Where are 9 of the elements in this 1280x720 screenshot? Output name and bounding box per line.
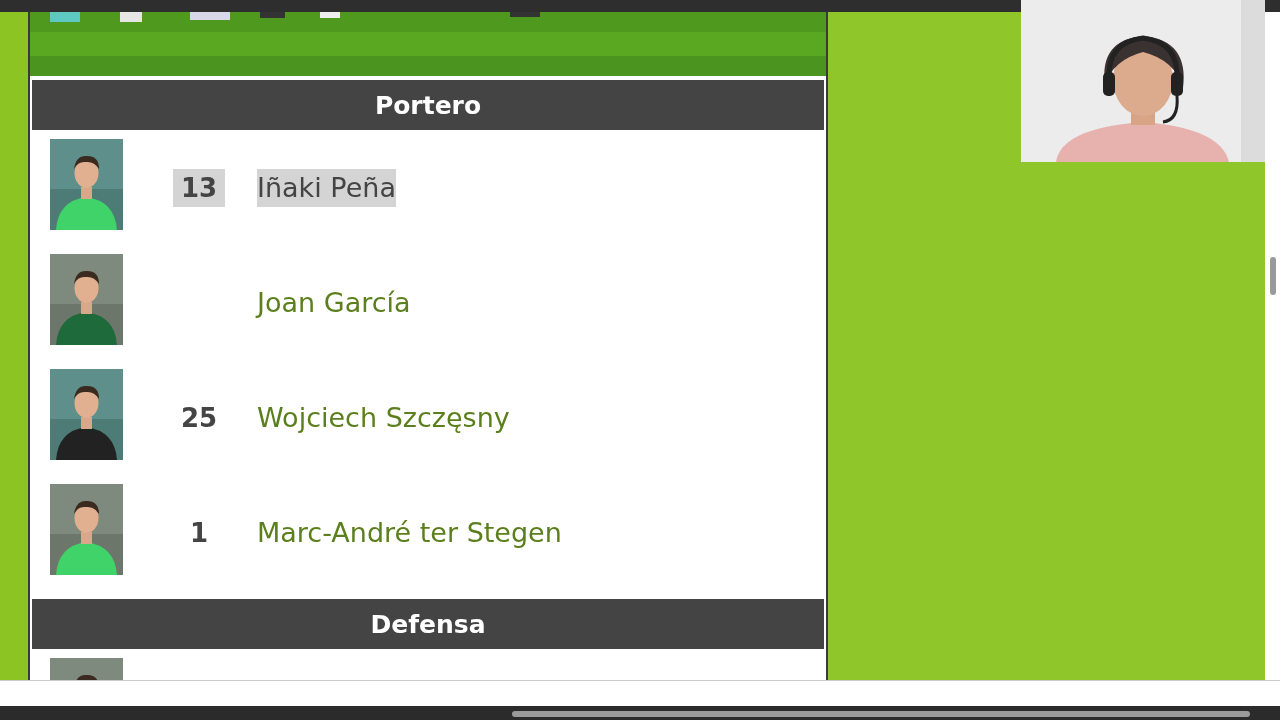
shirt-number: 13	[173, 169, 225, 207]
player-name[interactable]: Iñaki Peña	[257, 169, 396, 207]
player-name[interactable]: Marc-André ter Stegen	[257, 514, 562, 552]
section-header: Portero	[32, 80, 824, 130]
player-name[interactable]: Joan García	[257, 284, 411, 322]
section-header: Defensa	[32, 599, 824, 649]
player-name[interactable]: Wojciech Szczęsny	[257, 399, 510, 437]
shirt-number: 1	[188, 517, 210, 550]
shirt-number: 25	[179, 402, 219, 435]
